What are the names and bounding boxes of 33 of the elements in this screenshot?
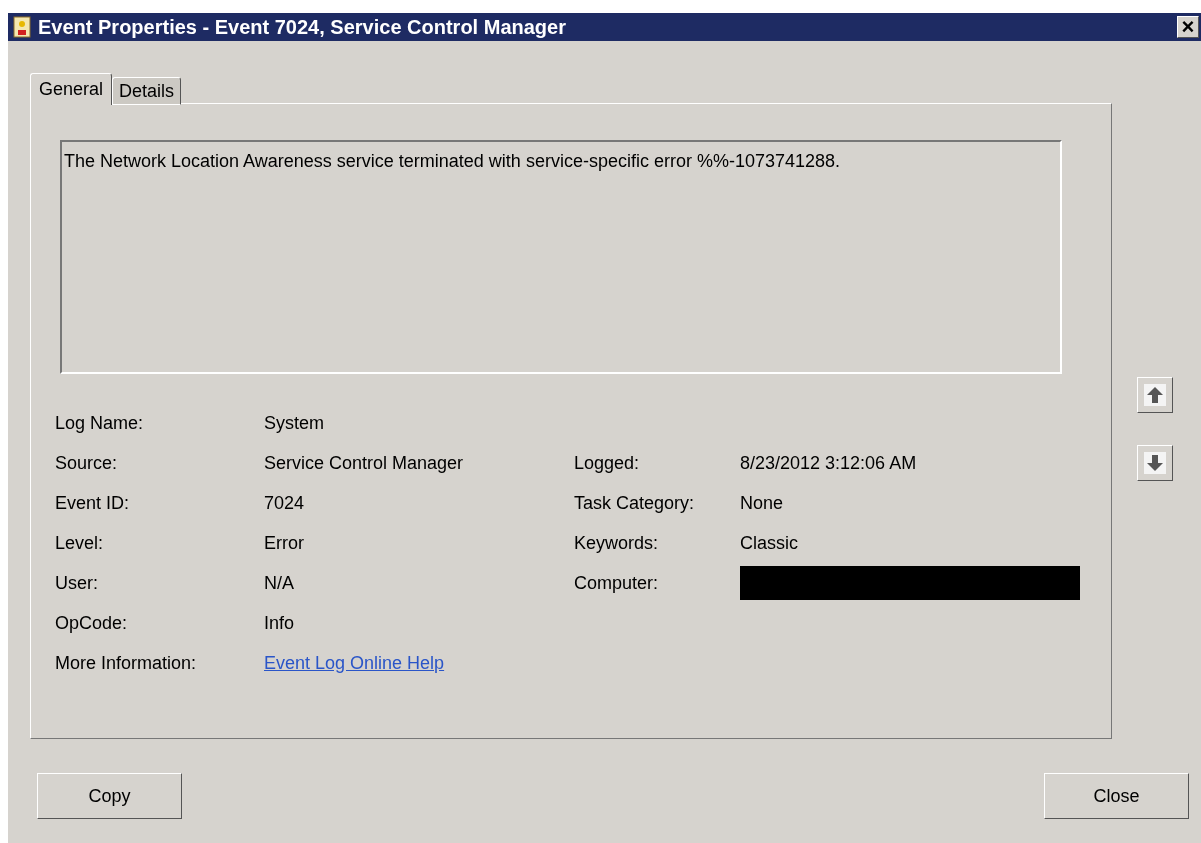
field-value: N/A bbox=[264, 571, 295, 595]
tab[interactable]: Details bbox=[112, 77, 182, 105]
event-description-box: The Network Location Awareness service terminated with service-specific error %%-1073741288. bbox=[60, 140, 1062, 374]
dialog-button[interactable]: Copy bbox=[37, 773, 182, 819]
field-value: 8/23/2012 3:12:06 AM bbox=[740, 451, 917, 475]
field-label: OpCode: bbox=[55, 611, 129, 635]
field-value: System bbox=[264, 411, 325, 435]
field-label: Level: bbox=[55, 531, 105, 555]
arrow-down-icon bbox=[1144, 452, 1166, 474]
field-value: Classic bbox=[740, 531, 798, 555]
dialog-button[interactable]: Close bbox=[1044, 773, 1189, 819]
field-label: Computer: bbox=[574, 571, 660, 595]
window-title: Event Properties - Event 7024, Service Control Manager bbox=[38, 15, 567, 40]
event-log-icon bbox=[12, 16, 32, 38]
field-value: Service Control Manager bbox=[264, 451, 465, 475]
field-label: Log Name: bbox=[55, 411, 145, 435]
field-label: Logged: bbox=[574, 451, 641, 475]
field-value: None bbox=[740, 491, 784, 515]
field-label: User: bbox=[55, 571, 99, 595]
field-value: Error bbox=[264, 531, 305, 555]
field-label: Task Category: bbox=[574, 491, 696, 515]
help-link[interactable]: Event Log Online Help bbox=[264, 652, 445, 673]
field-label: Event ID: bbox=[55, 491, 131, 515]
field-value: 7024 bbox=[264, 491, 306, 515]
arrow-up-icon bbox=[1144, 384, 1166, 406]
field-label: More Information: bbox=[55, 651, 198, 675]
field-value: Info bbox=[264, 611, 296, 635]
tab[interactable]: General bbox=[30, 73, 113, 105]
arrow-down-button[interactable] bbox=[1137, 445, 1173, 481]
field-label: Keywords: bbox=[574, 531, 660, 555]
close-icon[interactable]: × bbox=[1177, 16, 1199, 38]
field-label: Source: bbox=[55, 451, 119, 475]
arrow-up-button[interactable] bbox=[1137, 377, 1173, 413]
